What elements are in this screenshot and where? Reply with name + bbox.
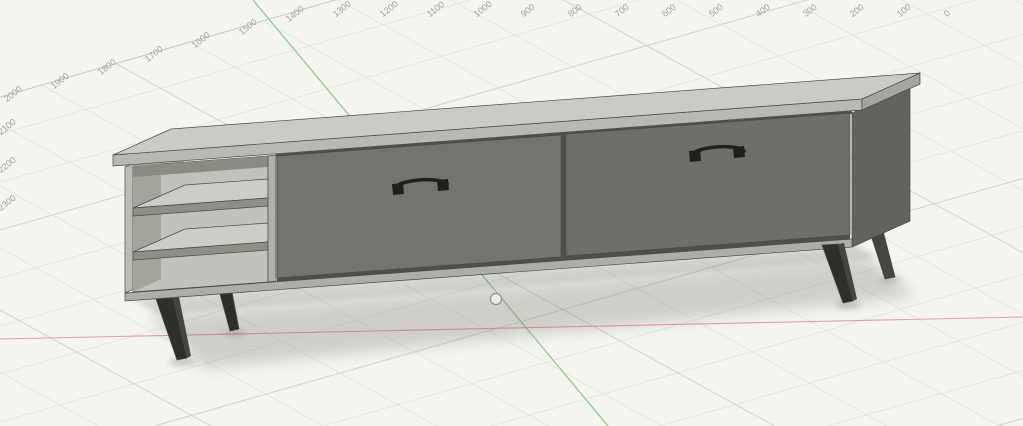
grid-line — [0, 0, 1023, 8]
handle-plate-icon — [733, 146, 745, 158]
right-side-panel[interactable] — [851, 86, 911, 248]
grid-line — [0, 396, 1023, 426]
handle-plate-icon — [437, 179, 449, 191]
leg-shadow — [169, 358, 195, 366]
handle-plate-icon — [689, 150, 701, 162]
drawer-front-left[interactable] — [276, 134, 562, 279]
handle-plate-icon — [392, 183, 404, 195]
origin-marker[interactable] — [489, 292, 503, 306]
drawer-front-right[interactable] — [565, 112, 851, 257]
leg-shadow — [836, 301, 860, 309]
grid-line — [0, 348, 1023, 426]
grid-line — [0, 0, 1023, 48]
viewport-canvas[interactable] — [0, 0, 1023, 426]
grid-line — [0, 400, 1023, 426]
grid-line — [0, 338, 1023, 426]
cad-viewport[interactable]: 2000 1900 1800 1700 1600 1500 1400 1300 1200 1100… — [0, 0, 1023, 426]
leg-shadow — [223, 330, 245, 336]
divider-panel-edge[interactable] — [267, 154, 277, 283]
